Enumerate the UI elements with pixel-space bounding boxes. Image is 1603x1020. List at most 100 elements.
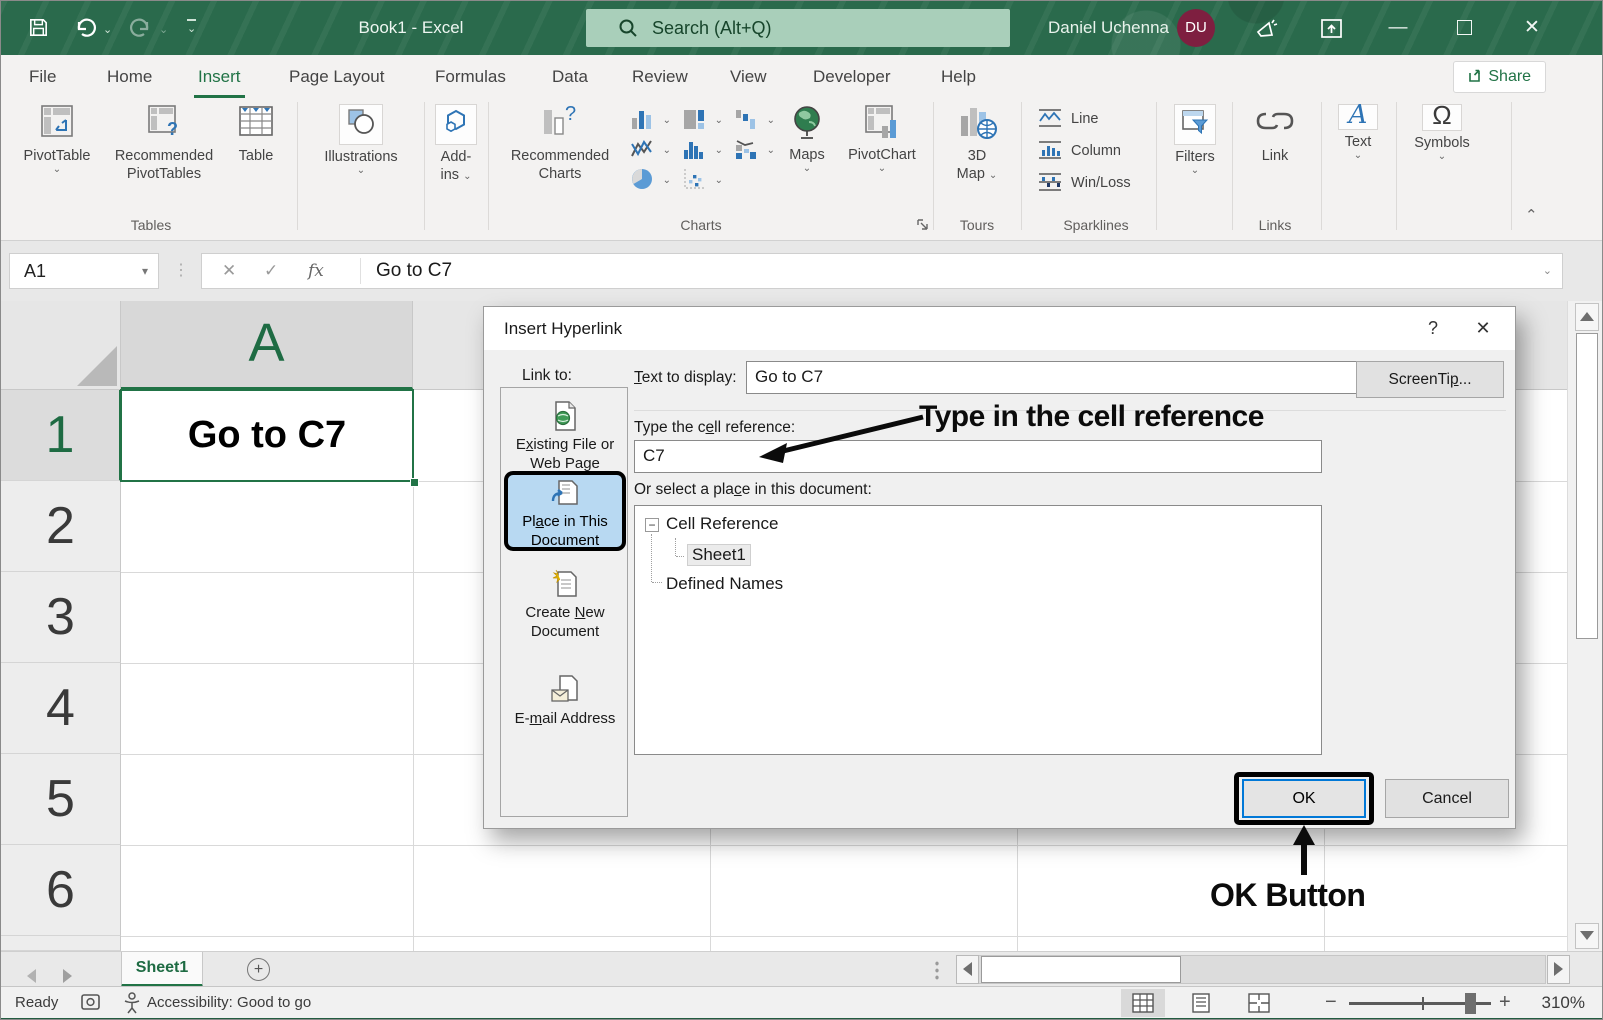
- maps-button[interactable]: Maps ⌄: [780, 104, 834, 174]
- zoom-in-button[interactable]: +: [1499, 987, 1511, 1017]
- scroll-up-button[interactable]: [1575, 303, 1599, 331]
- sheet-tab-sheet1[interactable]: Sheet1: [121, 952, 203, 987]
- scroll-down-button[interactable]: [1575, 923, 1599, 949]
- sparkline-winloss-button[interactable]: Win/Loss: [1037, 172, 1155, 192]
- recommended-charts-button[interactable]: ? Recommended Charts: [495, 104, 625, 183]
- tab-review[interactable]: Review: [628, 55, 692, 98]
- fill-handle[interactable]: [410, 478, 419, 487]
- macro-record-icon[interactable]: [81, 994, 101, 1012]
- redo-icon[interactable]: [129, 16, 153, 40]
- dialog-title-bar[interactable]: Insert Hyperlink ? ✕: [484, 307, 1515, 350]
- email-address-item[interactable]: E-mail Address: [501, 670, 629, 728]
- maximize-button[interactable]: [1441, 1, 1487, 55]
- cell-reference-input[interactable]: C7: [634, 440, 1322, 473]
- previous-sheet-icon[interactable]: [27, 969, 36, 983]
- charts-dialog-launcher-icon[interactable]: [916, 218, 929, 236]
- accessibility-icon[interactable]: [123, 992, 141, 1014]
- row-header-partial[interactable]: [1, 936, 121, 951]
- tab-home[interactable]: Home: [103, 55, 156, 98]
- page-break-preview-button[interactable]: [1237, 989, 1281, 1017]
- row-header-2[interactable]: 2: [1, 481, 121, 572]
- redo-dropdown-icon[interactable]: ⌄: [159, 23, 168, 36]
- pivottable-button[interactable]: PivotTable ⌄: [14, 104, 100, 175]
- select-all-button[interactable]: [1, 301, 121, 390]
- collapse-ribbon-icon[interactable]: ⌃: [1525, 206, 1538, 224]
- sparkline-column-button[interactable]: Column: [1037, 140, 1155, 160]
- ok-button[interactable]: OK: [1242, 779, 1366, 818]
- zoom-out-button[interactable]: −: [1325, 987, 1337, 1017]
- undo-dropdown-icon[interactable]: ⌄: [103, 23, 112, 36]
- coming-soon-megaphone-icon[interactable]: [1253, 16, 1277, 40]
- tree-collapse-icon[interactable]: −: [645, 518, 659, 532]
- tab-insert[interactable]: Insert: [194, 55, 245, 98]
- search-box[interactable]: Search (Alt+Q): [586, 9, 1010, 47]
- avatar[interactable]: DU: [1177, 9, 1215, 47]
- row-header-3[interactable]: 3: [1, 572, 121, 663]
- row-header-6[interactable]: 6: [1, 845, 121, 936]
- tree-item-sheet1[interactable]: Sheet1: [687, 544, 751, 566]
- link-button[interactable]: Link: [1237, 104, 1313, 165]
- cancel-entry-icon[interactable]: ✕: [222, 254, 236, 288]
- tree-item-cell-reference[interactable]: Cell Reference: [666, 514, 778, 534]
- filters-button[interactable]: Filters ⌄: [1160, 104, 1230, 176]
- vertical-scrollbar[interactable]: [1567, 301, 1603, 951]
- dialog-help-button[interactable]: ?: [1411, 307, 1455, 350]
- insert-line-chart-button[interactable]: ⌄: [629, 136, 675, 164]
- customize-quick-access-icon[interactable]: ⌄: [187, 19, 196, 35]
- symbols-button[interactable]: Ω Symbols ⌄: [1400, 104, 1484, 162]
- insert-pie-chart-button[interactable]: ⌄: [629, 166, 675, 194]
- name-box-dropdown-icon[interactable]: ▾: [142, 254, 148, 288]
- insert-combo-chart-button[interactable]: ⌄: [733, 136, 779, 164]
- close-button[interactable]: ✕: [1509, 1, 1555, 55]
- next-sheet-icon[interactable]: [63, 969, 72, 983]
- text-button[interactable]: A Text ⌄: [1325, 104, 1391, 161]
- tree-item-defined-names[interactable]: Defined Names: [666, 574, 783, 594]
- zoom-level[interactable]: 310%: [1529, 987, 1585, 1018]
- insert-column-chart-button[interactable]: ⌄: [629, 106, 675, 134]
- tab-page-layout[interactable]: Page Layout: [285, 55, 388, 98]
- text-to-display-input[interactable]: Go to C7: [746, 361, 1362, 394]
- tab-developer[interactable]: Developer: [809, 55, 895, 98]
- cell-a1[interactable]: Go to C7: [120, 389, 414, 482]
- document-place-tree[interactable]: − Cell Reference Sheet1 Defined Names: [634, 505, 1322, 755]
- illustrations-button[interactable]: Illustrations ⌄: [301, 104, 421, 176]
- save-icon[interactable]: [27, 16, 51, 40]
- create-new-document-item[interactable]: Create New Document: [501, 564, 629, 641]
- row-header-5[interactable]: 5: [1, 754, 121, 845]
- vertical-scroll-thumb[interactable]: [1576, 333, 1598, 639]
- insert-hierarchy-chart-button[interactable]: ⌄: [681, 106, 727, 134]
- formula-input[interactable]: Go to C7: [376, 254, 452, 288]
- screentip-button[interactable]: ScreenTip...: [1356, 361, 1504, 398]
- row-header-4[interactable]: 4: [1, 663, 121, 754]
- sparkline-line-button[interactable]: Line: [1037, 108, 1155, 128]
- insert-statistic-chart-button[interactable]: ⌄: [681, 136, 727, 164]
- formula-bar-grip-icon[interactable]: ⋮: [173, 253, 189, 289]
- formula-bar[interactable]: ✕ ✓ fx Go to C7 ⌄: [201, 253, 1563, 289]
- existing-file-or-web-page-item[interactable]: Existing File or Web Page: [501, 396, 629, 473]
- expand-formula-bar-icon[interactable]: ⌄: [1543, 254, 1552, 288]
- user-name[interactable]: Daniel Uchenna: [1033, 1, 1169, 55]
- table-button[interactable]: Table: [228, 104, 284, 165]
- normal-view-button[interactable]: [1121, 989, 1165, 1017]
- tab-file[interactable]: File: [25, 55, 60, 98]
- tab-formulas[interactable]: Formulas: [431, 55, 510, 98]
- scrollbar-resize-grip[interactable]: [934, 960, 940, 980]
- row-header-1[interactable]: 1: [1, 390, 121, 481]
- ribbon-display-options-icon[interactable]: [1319, 16, 1343, 40]
- page-layout-view-button[interactable]: [1179, 989, 1223, 1017]
- horizontal-scroll-thumb[interactable]: [981, 956, 1181, 983]
- pivotchart-button[interactable]: PivotChart ⌄: [837, 104, 927, 174]
- insert-waterfall-chart-button[interactable]: ⌄: [733, 106, 779, 134]
- tab-view[interactable]: View: [726, 55, 771, 98]
- new-sheet-button[interactable]: +: [247, 958, 270, 981]
- undo-icon[interactable]: [73, 16, 97, 40]
- dialog-close-button[interactable]: ✕: [1461, 307, 1505, 350]
- confirm-entry-icon[interactable]: ✓: [264, 254, 278, 288]
- recommended-pivottables-button[interactable]: ? Recommended PivotTables: [100, 104, 228, 183]
- cancel-button[interactable]: Cancel: [1385, 779, 1509, 818]
- scroll-right-button[interactable]: [1547, 955, 1570, 984]
- 3d-map-button[interactable]: 3D Map ⌄: [939, 104, 1015, 183]
- share-button[interactable]: Share: [1453, 61, 1546, 93]
- accessibility-status[interactable]: Accessibility: Good to go: [147, 987, 311, 1018]
- tab-help[interactable]: Help: [937, 55, 980, 98]
